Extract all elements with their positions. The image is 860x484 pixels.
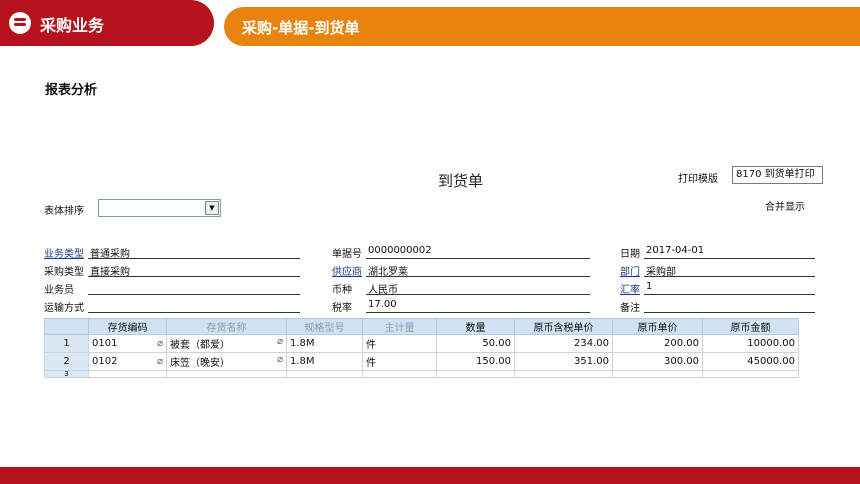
salesman-underline	[88, 294, 300, 295]
business-type-field: 业务类型	[44, 245, 84, 260]
business-type-underline	[88, 258, 300, 259]
price-cell[interactable]: 300.00	[612, 352, 703, 371]
app-logo-icon	[9, 12, 31, 34]
exchange-rate-label[interactable]: 汇率	[620, 281, 640, 296]
row-number: 2	[44, 352, 89, 371]
row-number: 1	[44, 334, 89, 353]
form-title: 到货单	[438, 172, 484, 190]
tax-price-cell[interactable]: 234.00	[514, 334, 613, 353]
purchase-type-underline	[88, 276, 300, 277]
row-number-header	[44, 318, 89, 335]
department-underline	[644, 276, 815, 277]
empty-cell[interactable]	[362, 370, 437, 378]
app-brand: 采购业务	[40, 16, 105, 35]
tax-rate-underline	[366, 312, 590, 313]
unit-cell[interactable]: 件	[362, 334, 437, 353]
merge-display-checkbox[interactable]: 合并显示	[765, 198, 805, 213]
column-header[interactable]: 原币单价	[612, 318, 703, 335]
print-template-label: 打印模版	[678, 174, 718, 185]
exchange-rate-underline	[644, 294, 815, 295]
inventory-name: 被套（都爱）	[170, 340, 230, 351]
paperclip-icon[interactable]: ⌀	[157, 356, 163, 367]
chevron-down-icon[interactable]: ▼	[205, 201, 219, 215]
empty-cell[interactable]	[702, 370, 799, 378]
empty-cell[interactable]	[286, 370, 363, 378]
tax-rate-value[interactable]: 17.00	[368, 299, 397, 310]
salesman-label: 业务员	[44, 285, 74, 296]
column-header[interactable]: 主计量	[362, 318, 437, 335]
amount-cell[interactable]: 10000.00	[702, 334, 799, 353]
sort-label: 表体排序	[44, 206, 84, 217]
footer-bar	[0, 467, 860, 484]
business-type-label[interactable]: 业务类型	[44, 245, 84, 260]
arrival-form-panel: 到货单 打印模版 8170 到货单打印 合并显示 表体排序 ▼ 业务类型 普通采…	[40, 160, 823, 380]
price-cell[interactable]: 200.00	[612, 334, 703, 353]
shipping-label: 运输方式	[44, 303, 84, 314]
breadcrumb: 采购-单据-到货单	[242, 19, 360, 37]
table-row[interactable]: 3	[44, 370, 799, 378]
empty-cell[interactable]	[436, 370, 515, 378]
amount-cell[interactable]: 45000.00	[702, 352, 799, 371]
print-template-select[interactable]: 8170 到货单打印	[732, 166, 823, 184]
unit-cell[interactable]: 件	[362, 352, 437, 371]
column-header[interactable]: 规格型号	[286, 318, 363, 335]
shipping-underline	[88, 312, 300, 313]
spec-cell[interactable]: 1.8M	[286, 352, 363, 371]
date-underline	[644, 258, 815, 259]
currency-label: 币种	[332, 285, 352, 296]
column-header[interactable]: 原币含税单价	[514, 318, 613, 335]
quantity-cell[interactable]: 150.00	[436, 352, 515, 371]
doc-no-value[interactable]: 0000000002	[368, 245, 432, 256]
date-value[interactable]: 2017-04-01	[646, 245, 704, 256]
supplier-underline	[366, 276, 590, 277]
tax-price-cell[interactable]: 351.00	[514, 352, 613, 371]
sort-select[interactable]: ▼	[98, 199, 221, 217]
inventory-code-cell[interactable]: 0101 ⌀	[88, 334, 167, 353]
empty-cell[interactable]	[612, 370, 703, 378]
table-row[interactable]: 2 0102 ⌀ 床笠（晚安） ⌀ 1.8M 件 150.00 351.00 300…	[44, 352, 799, 371]
paperclip-icon[interactable]: ⌀	[277, 336, 283, 347]
inventory-name-cell[interactable]: 被套（都爱） ⌀	[166, 334, 287, 353]
supplier-label[interactable]: 供应商	[332, 263, 362, 278]
spec-cell[interactable]: 1.8M	[286, 334, 363, 353]
date-label: 日期	[620, 249, 640, 260]
exchange-rate-value[interactable]: 1	[646, 281, 652, 292]
currency-underline	[366, 294, 590, 295]
empty-cell[interactable]	[88, 370, 167, 378]
section-title: 报表分析	[45, 83, 98, 98]
column-header[interactable]: 存货名称	[166, 318, 287, 335]
table-row[interactable]: 1 0101 ⌀ 被套（都爱） ⌀ 1.8M 件 50.00 234.00 200.…	[44, 334, 799, 353]
supplier-field: 供应商	[332, 263, 362, 278]
row-number: 3	[44, 370, 89, 378]
empty-cell[interactable]	[166, 370, 287, 378]
table-header-row: 存货编码 存货名称 规格型号 主计量 数量 原币含税单价 原币单价 原币金额	[44, 318, 799, 335]
paperclip-icon[interactable]: ⌀	[157, 338, 163, 349]
doc-no-label: 单据号	[332, 249, 362, 260]
exchange-rate-field: 汇率	[620, 281, 640, 296]
empty-cell[interactable]	[514, 370, 613, 378]
detail-table: 存货编码 存货名称 规格型号 主计量 数量 原币含税单价 原币单价 原币金额 1…	[44, 318, 799, 378]
purchase-type-label: 采购类型	[44, 267, 84, 278]
paperclip-icon[interactable]: ⌀	[277, 354, 283, 365]
remark-underline	[644, 312, 815, 313]
quantity-cell[interactable]: 50.00	[436, 334, 515, 353]
tax-rate-label: 税率	[332, 303, 352, 314]
app-header-bar: 采购业务	[0, 0, 214, 46]
inventory-name-cell[interactable]: 床笠（晚安） ⌀	[166, 352, 287, 371]
doc-no-underline	[366, 258, 590, 259]
column-header[interactable]: 数量	[436, 318, 515, 335]
inventory-code-cell[interactable]: 0102 ⌀	[88, 352, 167, 371]
department-field: 部门	[620, 263, 640, 278]
column-header[interactable]: 原币金额	[702, 318, 799, 335]
column-header[interactable]: 存货编码	[88, 318, 167, 335]
inventory-name: 床笠（晚安）	[170, 358, 230, 369]
department-label[interactable]: 部门	[620, 263, 640, 278]
inventory-code: 0101	[92, 338, 118, 349]
inventory-code: 0102	[92, 356, 118, 367]
remark-label: 备注	[620, 303, 640, 314]
